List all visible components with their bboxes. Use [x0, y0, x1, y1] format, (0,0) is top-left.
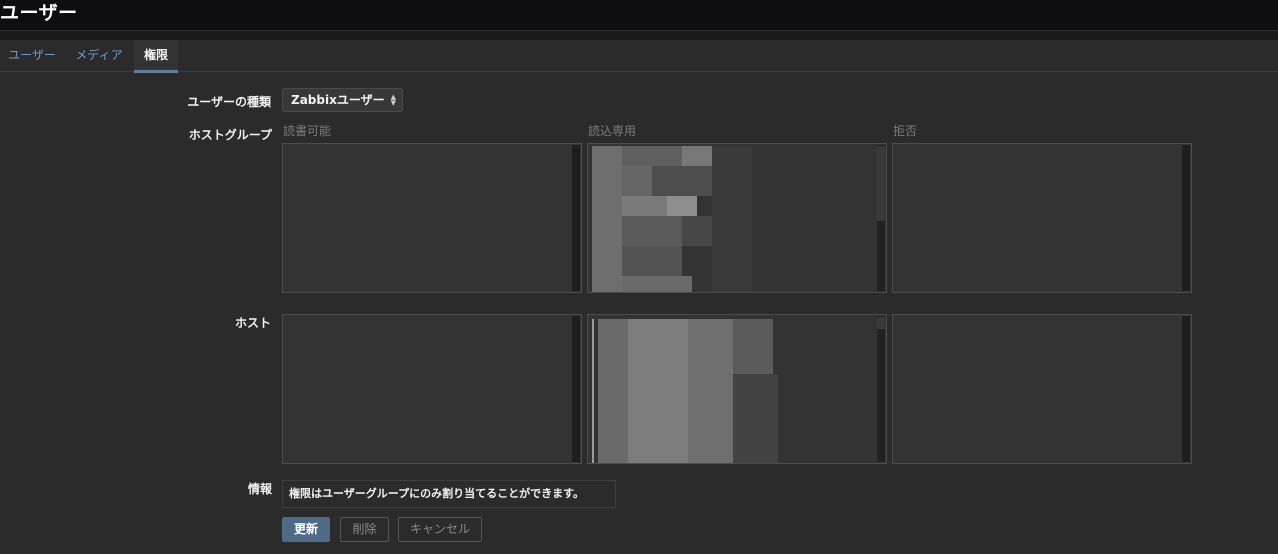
page-header: ユーザー [0, 0, 1278, 31]
info-label: 情報 [247, 482, 272, 496]
tab-permissions[interactable]: 権限 [134, 40, 178, 73]
host-groups-read-write-list[interactable] [282, 143, 582, 293]
column-read-write: 読書可能 [283, 124, 332, 138]
user-type-value: Zabbixユーザー [291, 93, 385, 107]
cancel-button[interactable]: キャンセル [398, 517, 482, 542]
scrollbar[interactable] [1182, 145, 1190, 291]
redacted-host-groups [592, 146, 752, 292]
page-title: ユーザー [0, 2, 78, 24]
hosts-read-write-list[interactable] [282, 314, 582, 464]
user-type-select[interactable]: Zabbixユーザー ▲ ▼ [282, 88, 403, 112]
column-deny: 拒否 [893, 124, 918, 138]
tab-bar: ユーザー メディア 権限 [0, 40, 1278, 73]
redacted-hosts [592, 319, 787, 463]
header-divider [0, 31, 1278, 40]
host-groups-read-only-list[interactable] [587, 143, 887, 293]
scrollbar-thumb[interactable] [877, 317, 885, 329]
scrollbar-thumb[interactable] [877, 146, 885, 221]
host-groups-deny-list[interactable] [892, 143, 1192, 293]
column-read-only: 読込専用 [588, 124, 637, 138]
scrollbar[interactable] [572, 145, 580, 291]
scrollbar[interactable] [877, 316, 885, 462]
scrollbar[interactable] [1182, 316, 1190, 462]
delete-button[interactable]: 削除 [340, 517, 389, 542]
user-type-label: ユーザーの種類 [187, 95, 271, 109]
tab-media[interactable]: メディア [66, 40, 132, 72]
host-groups-label: ホストグループ [188, 128, 272, 142]
hosts-read-only-list[interactable] [587, 314, 887, 464]
tab-user[interactable]: ユーザー [0, 40, 64, 72]
hosts-deny-list[interactable] [892, 314, 1192, 464]
select-arrows-icon: ▲ ▼ [390, 93, 396, 107]
hosts-label: ホスト [234, 316, 271, 330]
update-button[interactable]: 更新 [282, 517, 330, 542]
scrollbar[interactable] [572, 316, 580, 462]
info-message: 権限はユーザーグループにのみ割り当てることができます。 [282, 480, 616, 508]
